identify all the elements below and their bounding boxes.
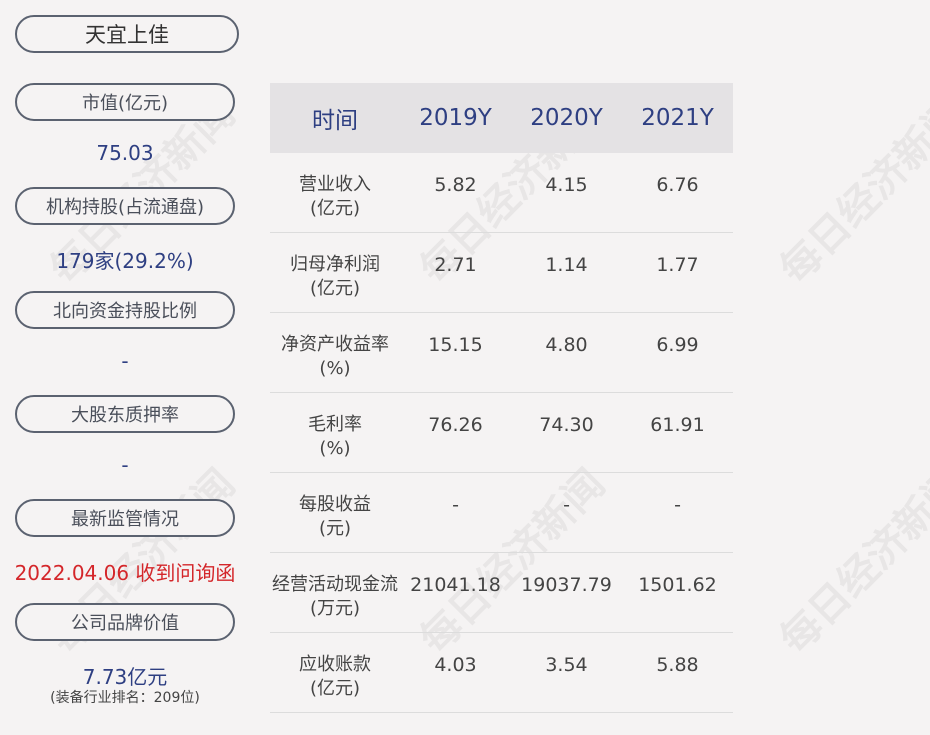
row-label: 经营活动现金流 (万元) — [272, 574, 398, 619]
watermark: 每日经济新闻 — [771, 460, 930, 663]
row-label: 每股收益 (元) — [299, 494, 371, 539]
header-2021: 2021Y — [641, 105, 714, 131]
brand-label: 公司品牌价值 — [15, 603, 235, 641]
header-time: 时间 — [312, 108, 358, 134]
row-value: 74.30 — [539, 414, 594, 436]
row-value: - — [674, 494, 681, 516]
header-2019: 2019Y — [419, 105, 492, 131]
pledge-value: - — [121, 453, 129, 477]
row-value: 5.82 — [434, 174, 477, 196]
row-value: 1.14 — [545, 254, 588, 276]
row-value: 4.15 — [545, 174, 588, 196]
row-value: 76.26 — [428, 414, 483, 436]
row-value: - — [452, 494, 459, 516]
brand-value: 7.73亿元 — [82, 665, 168, 689]
market-cap-label: 市值(亿元) — [15, 83, 235, 121]
row-label: 应收账款 (亿元) — [299, 654, 371, 699]
row-label: 净资产收益率 (%) — [281, 334, 389, 379]
table-row: 每股收益 (元) - - - — [270, 473, 733, 553]
row-value: 6.99 — [656, 334, 699, 356]
brand-rank-note: (装备行业排名：209位) — [50, 690, 200, 706]
row-value: 61.91 — [650, 414, 705, 436]
row-value: 1.77 — [656, 254, 699, 276]
regulation-label: 最新监管情况 — [15, 499, 235, 537]
row-label: 毛利率 (%) — [308, 414, 362, 459]
institutions-label: 机构持股(占流通盘) — [15, 187, 235, 225]
institutions-value: 179家(29.2%) — [56, 249, 194, 273]
row-value: 4.80 — [545, 334, 588, 356]
table-row: 应收账款 (亿元) 4.03 3.54 5.88 — [270, 633, 733, 713]
row-value: 21041.18 — [410, 574, 501, 596]
table-row: 毛利率 (%) 76.26 74.30 61.91 — [270, 393, 733, 473]
row-value: 2.71 — [434, 254, 477, 276]
watermark: 每日经济新闻 — [771, 90, 930, 293]
pledge-label: 大股东质押率 — [15, 395, 235, 433]
row-value: 5.88 — [656, 654, 699, 676]
company-name: 天宜上佳 — [15, 15, 239, 53]
northbound-value: - — [121, 349, 129, 373]
row-value: 15.15 — [428, 334, 483, 356]
northbound-label: 北向资金持股比例 — [15, 291, 235, 329]
market-cap-value: 75.03 — [96, 141, 154, 165]
row-label: 归母净利润 (亿元) — [290, 254, 380, 299]
row-value: - — [563, 494, 570, 516]
table-row: 营业收入 (亿元) 5.82 4.15 6.76 — [270, 153, 733, 233]
row-value: 4.03 — [434, 654, 477, 676]
row-value: 1501.62 — [638, 574, 717, 596]
table-header: 时间 2019Y 2020Y 2021Y — [270, 83, 733, 153]
table-row: 归母净利润 (亿元) 2.71 1.14 1.77 — [270, 233, 733, 313]
row-value: 6.76 — [656, 174, 699, 196]
table-row: 经营活动现金流 (万元) 21041.18 19037.79 1501.62 — [270, 553, 733, 633]
financial-table: 时间 2019Y 2020Y 2021Y 营业收入 (亿元) 5.82 4.15 … — [270, 83, 733, 713]
row-label: 营业收入 (亿元) — [299, 174, 371, 219]
regulation-value: 2022.04.06 收到问询函 — [14, 561, 236, 585]
table-row: 净资产收益率 (%) 15.15 4.80 6.99 — [270, 313, 733, 393]
header-2020: 2020Y — [530, 105, 603, 131]
row-value: 19037.79 — [521, 574, 612, 596]
row-value: 3.54 — [545, 654, 588, 676]
